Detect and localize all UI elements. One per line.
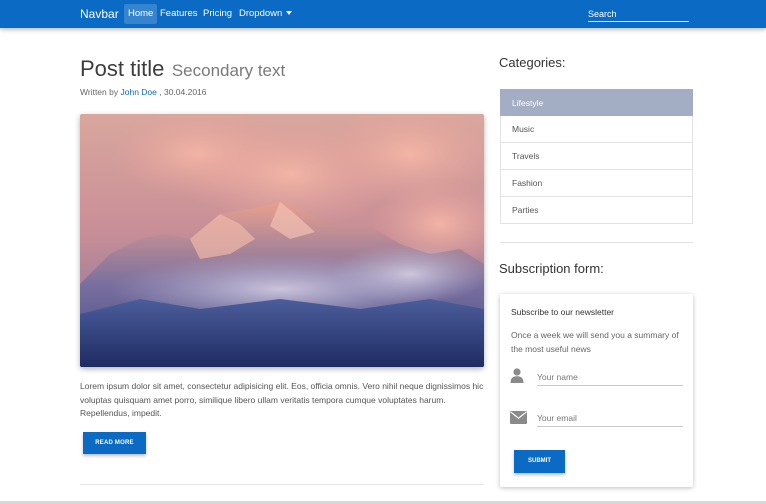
categories-heading: Categories: [499, 55, 566, 70]
post-header: Post title Secondary text [80, 56, 285, 82]
category-item-fashion[interactable]: Fashion [500, 170, 693, 197]
mountain-photo [80, 114, 484, 367]
post-hero-image [80, 114, 484, 367]
nav-item-pricing[interactable]: Pricing [199, 4, 236, 24]
email-field[interactable] [537, 409, 683, 427]
nav-dropdown-label: Dropdown [239, 8, 283, 19]
subscription-heading: Subscription form: [499, 261, 604, 276]
nav-item-dropdown[interactable]: Dropdown [235, 4, 296, 24]
subscription-card: Subscribe to our newsletter Once a week … [500, 294, 693, 487]
category-item-parties[interactable]: Parties [500, 197, 693, 224]
byline-prefix: Written by [80, 87, 119, 97]
newsletter-title: Subscribe to our newsletter [511, 307, 614, 317]
post-byline: Written by John Doe , 30.04.2016 [80, 87, 207, 97]
category-item-lifestyle[interactable]: Lifestyle [500, 89, 693, 116]
envelope-icon [510, 411, 527, 424]
read-more-button[interactable]: READ MORE [83, 432, 146, 454]
post-title: Post title [80, 56, 165, 81]
divider [500, 242, 693, 243]
nav-item-features[interactable]: Features [156, 4, 202, 24]
search-input[interactable] [588, 6, 689, 22]
category-item-music[interactable]: Music [500, 116, 693, 143]
submit-button[interactable]: SUBMIT [514, 450, 565, 473]
post-date: , 30.04.2016 [159, 87, 207, 97]
post-body: Lorem ipsum dolor sit amet, consectetur … [80, 381, 484, 418]
category-item-travels[interactable]: Travels [500, 143, 693, 170]
newsletter-description: Once a week we will send you a summary o… [511, 330, 679, 354]
categories-list: Lifestyle Music Travels Fashion Parties [500, 89, 693, 224]
author-link[interactable]: John Doe [120, 87, 156, 97]
post-secondary-text: Secondary text [171, 61, 286, 80]
user-icon [510, 368, 524, 383]
divider [80, 484, 484, 485]
nav-item-home[interactable]: Home [124, 4, 158, 24]
name-field[interactable] [537, 368, 683, 386]
navbar-brand[interactable]: Navbar [80, 7, 119, 21]
navbar: Navbar Home Features Pricing Dropdown [0, 0, 766, 28]
caret-down-icon [286, 11, 293, 16]
